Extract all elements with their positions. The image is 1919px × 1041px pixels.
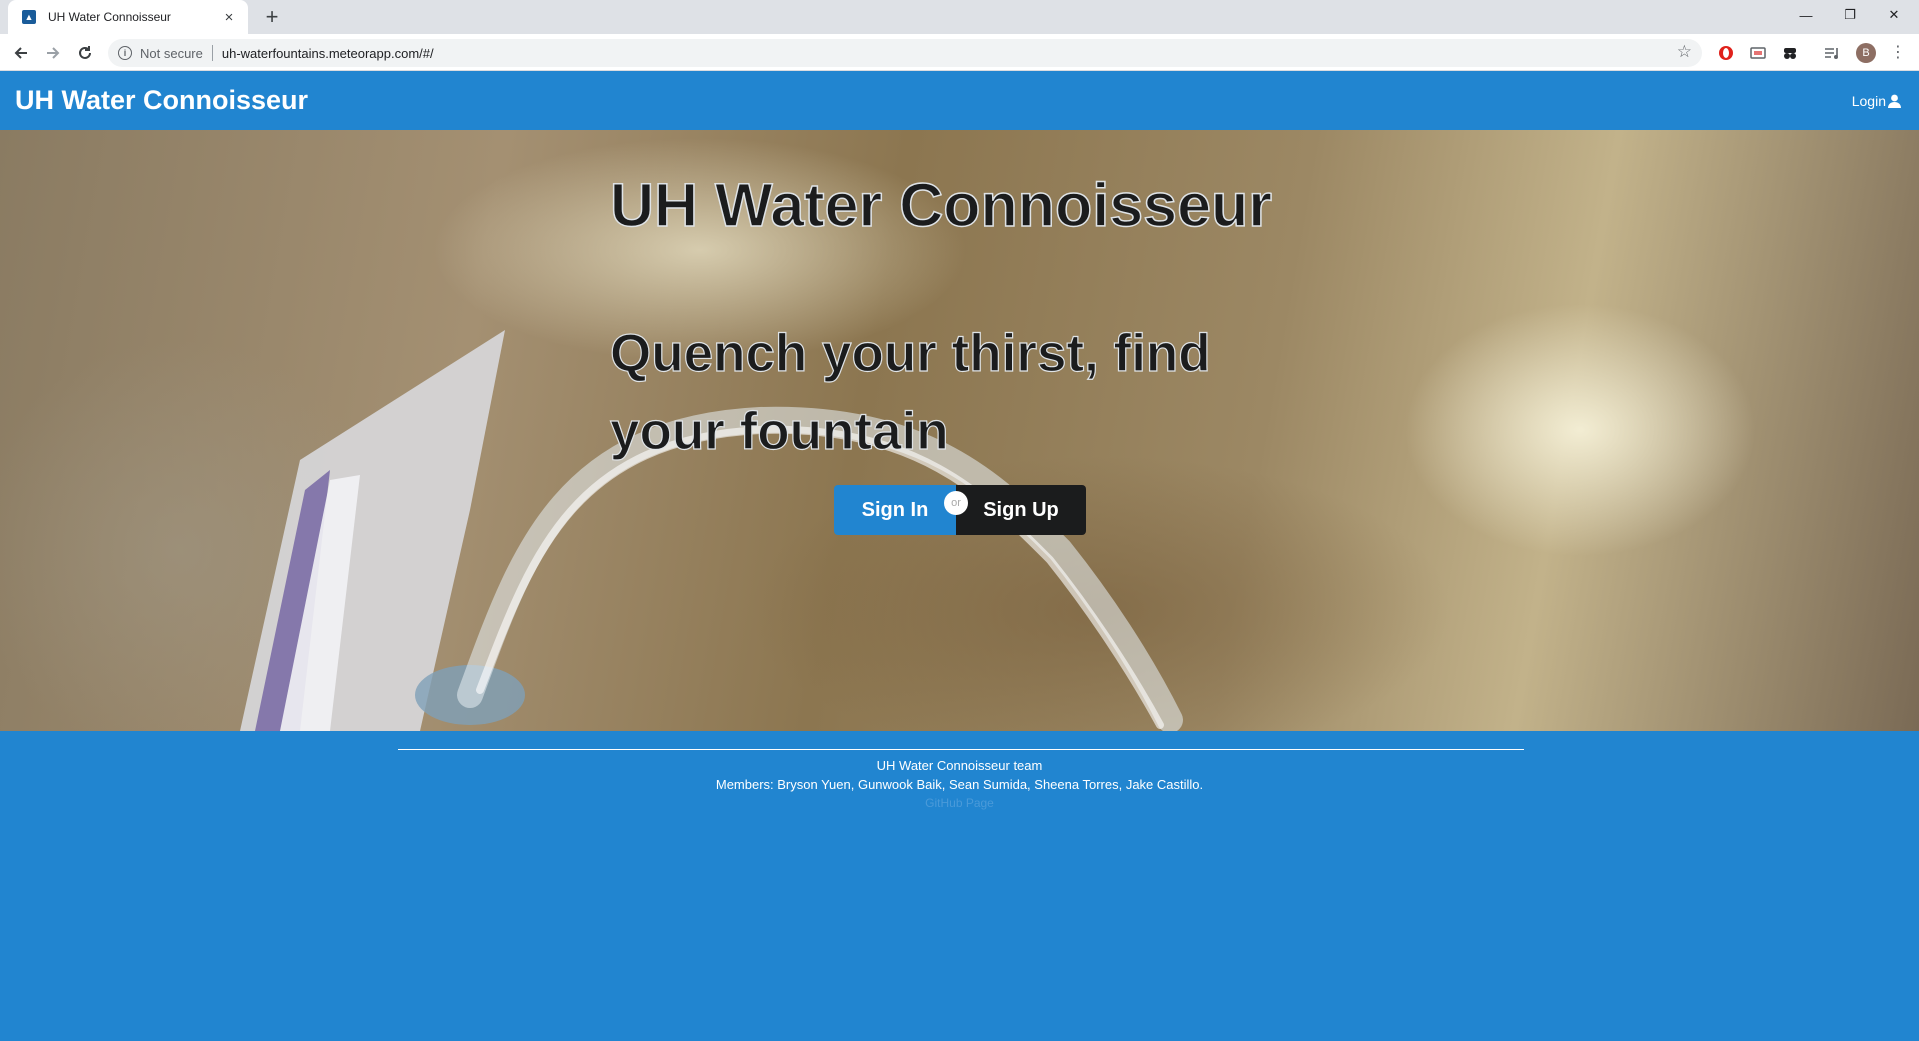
restore-icon[interactable]: ❐ — [1828, 0, 1872, 30]
info-icon[interactable]: i — [118, 46, 132, 60]
security-label: Not secure — [140, 45, 203, 61]
back-arrow-icon[interactable] — [7, 39, 35, 67]
browser-menu-icon[interactable]: ⋮ — [1890, 43, 1906, 63]
hero-banner: UH Water Connoisseur Quench your thirst,… — [0, 130, 1919, 731]
or-divider: or — [944, 491, 968, 515]
favicon-icon: ▲ — [22, 10, 36, 24]
media-queue-icon[interactable] — [1822, 43, 1842, 63]
star-icon[interactable]: ☆ — [1677, 42, 1692, 62]
footer-team: UH Water Connoisseur team — [876, 758, 1043, 773]
sign-up-button[interactable]: Sign Up — [956, 485, 1086, 535]
hero-title: UH Water Connoisseur — [609, 170, 1273, 240]
login-label: Login — [1851, 92, 1886, 109]
address-bar[interactable]: i Not secure uh-waterfountains.meteorapp… — [108, 39, 1702, 67]
url-text[interactable]: uh-waterfountains.meteorapp.com/#/ — [222, 46, 434, 61]
sign-in-button[interactable]: Sign In — [834, 485, 956, 535]
minimize-icon[interactable]: — — [1784, 0, 1828, 30]
footer-divider — [398, 749, 1524, 750]
cast-extension-icon[interactable] — [1748, 43, 1768, 63]
tab-title: UH Water Connoisseur — [48, 10, 171, 24]
new-tab-button[interactable]: + — [259, 4, 285, 30]
opera-extension-icon[interactable] — [1716, 43, 1736, 63]
forward-arrow-icon[interactable] — [39, 39, 67, 67]
brand-link[interactable]: UH Water Connoisseur — [15, 85, 308, 116]
site-navbar: UH Water Connoisseur Login — [0, 71, 1919, 130]
hero-tagline: Quench your thirst, find your fountain — [609, 323, 1211, 461]
omnibox-divider — [211, 45, 213, 61]
browser-tabstrip: ▲ UH Water Connoisseur × + — ❐ ✕ — [0, 0, 1919, 34]
reload-icon[interactable] — [71, 39, 99, 67]
browser-tab[interactable]: ▲ UH Water Connoisseur × — [8, 0, 248, 34]
auth-button-group: Sign In Sign Up or — [834, 485, 1086, 535]
user-icon — [1888, 94, 1901, 108]
browser-toolbar: i Not secure uh-waterfountains.meteorapp… — [0, 34, 1919, 71]
site-footer: UH Water Connoisseur team Members: Bryso… — [0, 731, 1919, 1041]
footer-text: UH Water Connoisseur team Members: Bryso… — [0, 756, 1919, 813]
login-menu[interactable]: Login — [1852, 93, 1901, 109]
footer-members: Members: Bryson Yuen, Gunwook Baik, Sean… — [715, 777, 1204, 792]
github-link[interactable]: GitHub Page — [0, 794, 1919, 813]
tab-close-icon[interactable]: × — [220, 9, 238, 26]
profile-avatar[interactable]: B — [1856, 43, 1876, 63]
web-page: UH Water Connoisseur Login UH Water Conn… — [0, 71, 1919, 1041]
close-window-icon[interactable]: ✕ — [1872, 0, 1916, 30]
incognito-extension-icon[interactable] — [1780, 43, 1800, 63]
